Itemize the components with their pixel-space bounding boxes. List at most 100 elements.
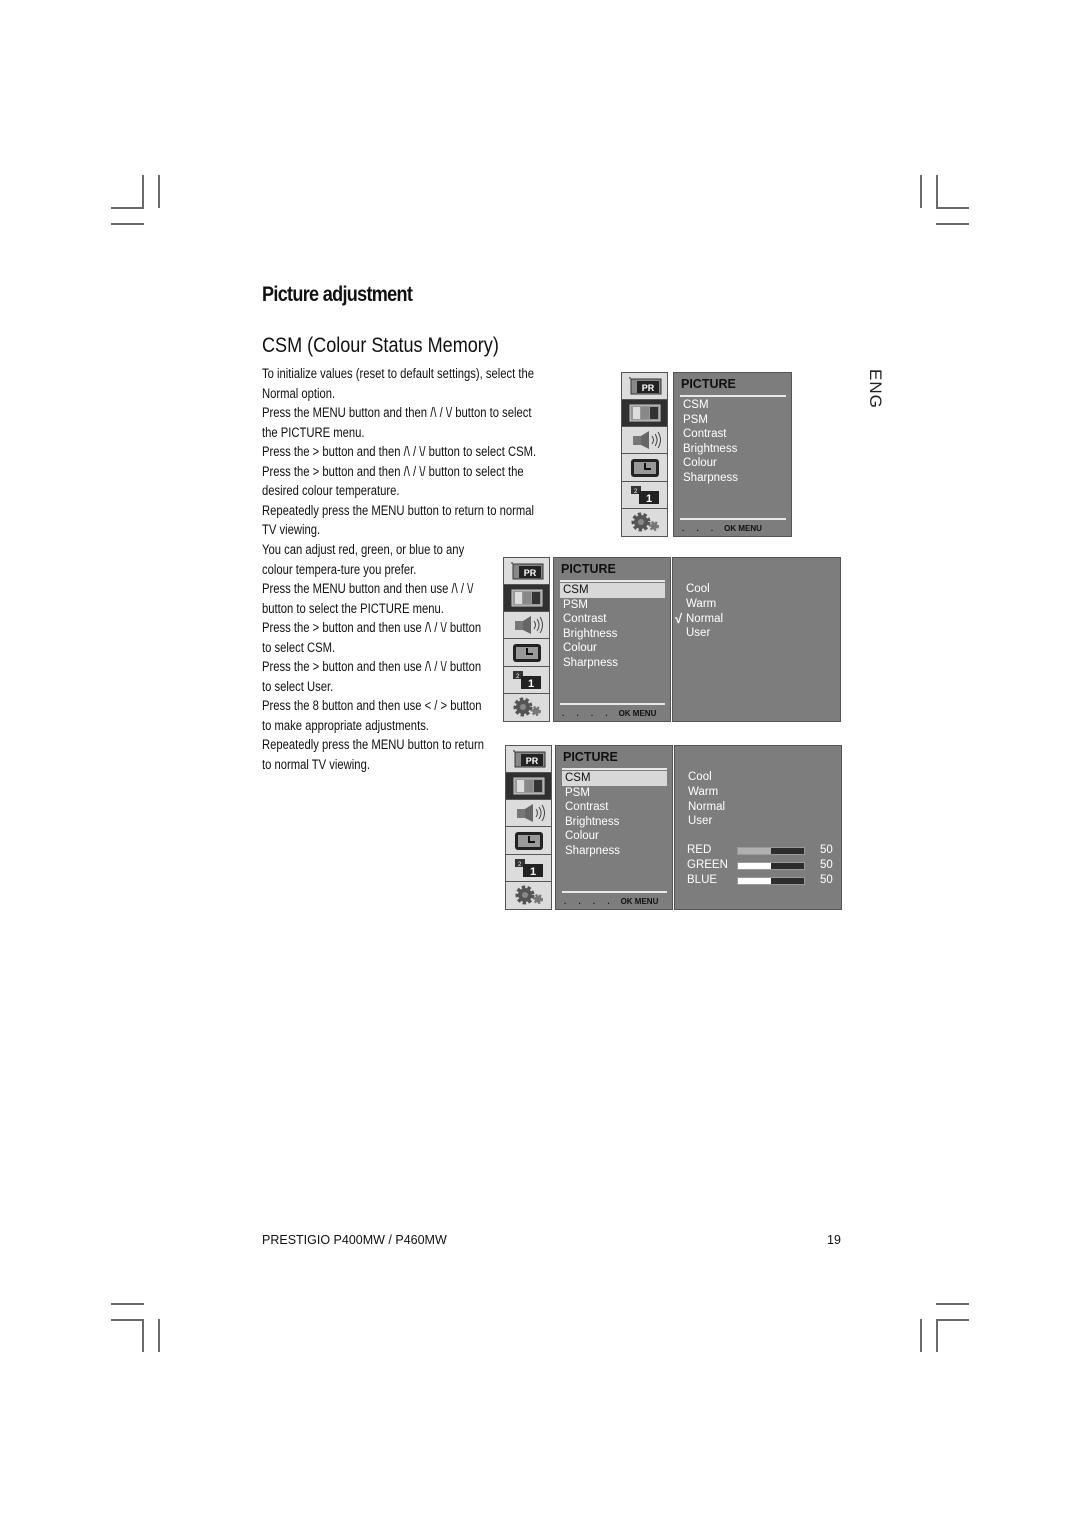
pip-icon: 21 xyxy=(514,858,543,878)
menu-item-colour[interactable]: Colour xyxy=(562,829,667,844)
instructions-user: You can adjust red, green, or blue to an… xyxy=(262,540,485,774)
picture-panel: PICTURE CSM PSM Contrast Brightness Colo… xyxy=(673,372,792,537)
clock-icon xyxy=(512,643,541,662)
divider xyxy=(560,703,665,705)
sidebar-item-setup[interactable] xyxy=(622,508,667,536)
svg-text:PR: PR xyxy=(525,756,538,766)
ok-menu-hint: OK MENU xyxy=(620,897,659,906)
menu-item-csm[interactable]: CSM xyxy=(562,771,667,786)
blue-slider[interactable] xyxy=(737,877,805,885)
option-cool[interactable]: Cool xyxy=(688,771,712,783)
ok-menu-hint: OK MENU xyxy=(618,709,657,718)
instruction-line: Press the 8 button and then use < / > bu… xyxy=(262,698,482,733)
green-slider[interactable] xyxy=(737,862,805,870)
menu-item-sharpness[interactable]: Sharpness xyxy=(680,471,786,486)
sidebar-item-audio[interactable] xyxy=(506,800,551,828)
menu-item-brightness[interactable]: Brightness xyxy=(560,627,665,642)
page-title: Picture adjustment xyxy=(262,283,413,306)
rgb-label: RED xyxy=(687,844,712,856)
menu-list: CSM PSM Contrast Brightness Colour Sharp… xyxy=(562,771,667,859)
instruction-line: Press the MENU button and then use /\ / … xyxy=(262,581,474,616)
option-normal[interactable]: Normal xyxy=(686,613,723,625)
sidebar-item-pip[interactable]: 21 xyxy=(622,481,667,509)
menu-item-brightness[interactable]: Brightness xyxy=(562,815,667,830)
instructions-normal: To initialize values (reset to default s… xyxy=(262,364,543,540)
osd-sidebar: PR 21 xyxy=(621,372,668,537)
sidebar-item-pip[interactable]: 21 xyxy=(504,666,549,694)
svg-text:PR: PR xyxy=(523,568,536,578)
divider xyxy=(562,768,667,770)
sidebar-item-setup[interactable] xyxy=(504,693,549,721)
svg-text:1: 1 xyxy=(529,866,535,878)
menu-item-colour[interactable]: Colour xyxy=(680,456,786,471)
crop-mark xyxy=(111,1303,144,1305)
instruction-line: Press the > button and then /\ / \/ butt… xyxy=(262,463,524,499)
sidebar-item-pip[interactable]: 21 xyxy=(506,854,551,882)
sidebar-item-channel[interactable]: PR xyxy=(504,558,549,586)
sidebar-item-channel[interactable]: PR xyxy=(622,373,667,401)
pip-icon: 21 xyxy=(512,670,541,690)
option-cool[interactable]: Cool xyxy=(686,583,710,595)
crop-mark xyxy=(111,223,144,225)
sidebar-item-picture[interactable] xyxy=(506,773,551,801)
crop-mark xyxy=(111,207,144,209)
instruction-line: Repeatedly press the MENU button to retu… xyxy=(262,737,484,772)
sidebar-item-audio[interactable] xyxy=(504,612,549,640)
page-number: 19 xyxy=(827,1233,841,1247)
crop-mark xyxy=(920,1319,922,1352)
picture-icon xyxy=(629,404,660,422)
csm-options-panel: Cool Warm √ Normal User xyxy=(672,557,841,722)
svg-text:PR: PR xyxy=(641,383,654,393)
sidebar-item-picture[interactable] xyxy=(504,585,549,613)
menu-item-contrast[interactable]: Contrast xyxy=(562,800,667,815)
sidebar-item-time[interactable] xyxy=(622,454,667,482)
menu-item-psm[interactable]: PSM xyxy=(560,598,665,613)
clock-icon xyxy=(630,458,659,477)
osd-sidebar: PR 21 xyxy=(503,557,550,722)
crop-mark xyxy=(111,1319,144,1321)
sidebar-item-channel[interactable]: PR xyxy=(506,746,551,774)
speaker-icon xyxy=(632,431,661,450)
menu-item-brightness[interactable]: Brightness xyxy=(680,442,786,457)
menu-item-psm[interactable]: PSM xyxy=(680,413,786,428)
panel-title: PICTURE xyxy=(681,377,736,391)
sidebar-item-time[interactable] xyxy=(506,827,551,855)
option-warm[interactable]: Warm xyxy=(686,598,716,610)
menu-list: CSM PSM Contrast Brightness Colour Sharp… xyxy=(560,583,665,671)
option-normal[interactable]: Normal xyxy=(688,801,725,813)
divider xyxy=(680,518,786,520)
divider xyxy=(562,891,667,893)
option-user[interactable]: User xyxy=(688,815,712,827)
pr-channel-icon: PR xyxy=(628,377,661,395)
panel-title: PICTURE xyxy=(561,562,616,576)
option-warm[interactable]: Warm xyxy=(688,786,718,798)
menu-item-csm[interactable]: CSM xyxy=(680,398,786,413)
panel-footer: . . . . OK MENU xyxy=(562,709,656,718)
sidebar-item-picture[interactable] xyxy=(622,400,667,428)
menu-item-psm[interactable]: PSM xyxy=(562,786,667,801)
crop-mark xyxy=(936,1319,938,1352)
crop-mark xyxy=(936,223,969,225)
crop-mark xyxy=(142,175,144,208)
menu-item-contrast[interactable]: Contrast xyxy=(560,612,665,627)
crop-mark xyxy=(142,1319,144,1352)
menu-item-sharpness[interactable]: Sharpness xyxy=(560,656,665,671)
menu-item-colour[interactable]: Colour xyxy=(560,641,665,656)
instruction-line: Press the > button and then use /\ / \/ … xyxy=(262,659,482,694)
menu-item-sharpness[interactable]: Sharpness xyxy=(562,844,667,859)
rgb-row-green: GREEN 50 xyxy=(687,859,837,874)
option-user[interactable]: User xyxy=(686,627,710,639)
sidebar-item-setup[interactable] xyxy=(506,881,551,909)
menu-item-csm[interactable]: CSM xyxy=(560,583,665,598)
sidebar-item-audio[interactable] xyxy=(622,427,667,455)
instruction-line: To initialize values (reset to default s… xyxy=(262,366,534,401)
menu-item-contrast[interactable]: Contrast xyxy=(680,427,786,442)
divider xyxy=(680,395,786,397)
nav-dots: . . . . xyxy=(564,897,615,906)
sidebar-item-time[interactable] xyxy=(504,639,549,667)
speaker-icon xyxy=(514,616,543,635)
crop-mark xyxy=(936,175,938,208)
red-slider[interactable] xyxy=(737,847,805,855)
csm-options-panel: Cool Warm Normal User RED 50 GREEN 50 BL… xyxy=(674,745,842,910)
instruction-line: Press the > button and then /\ / \/ butt… xyxy=(262,444,537,459)
